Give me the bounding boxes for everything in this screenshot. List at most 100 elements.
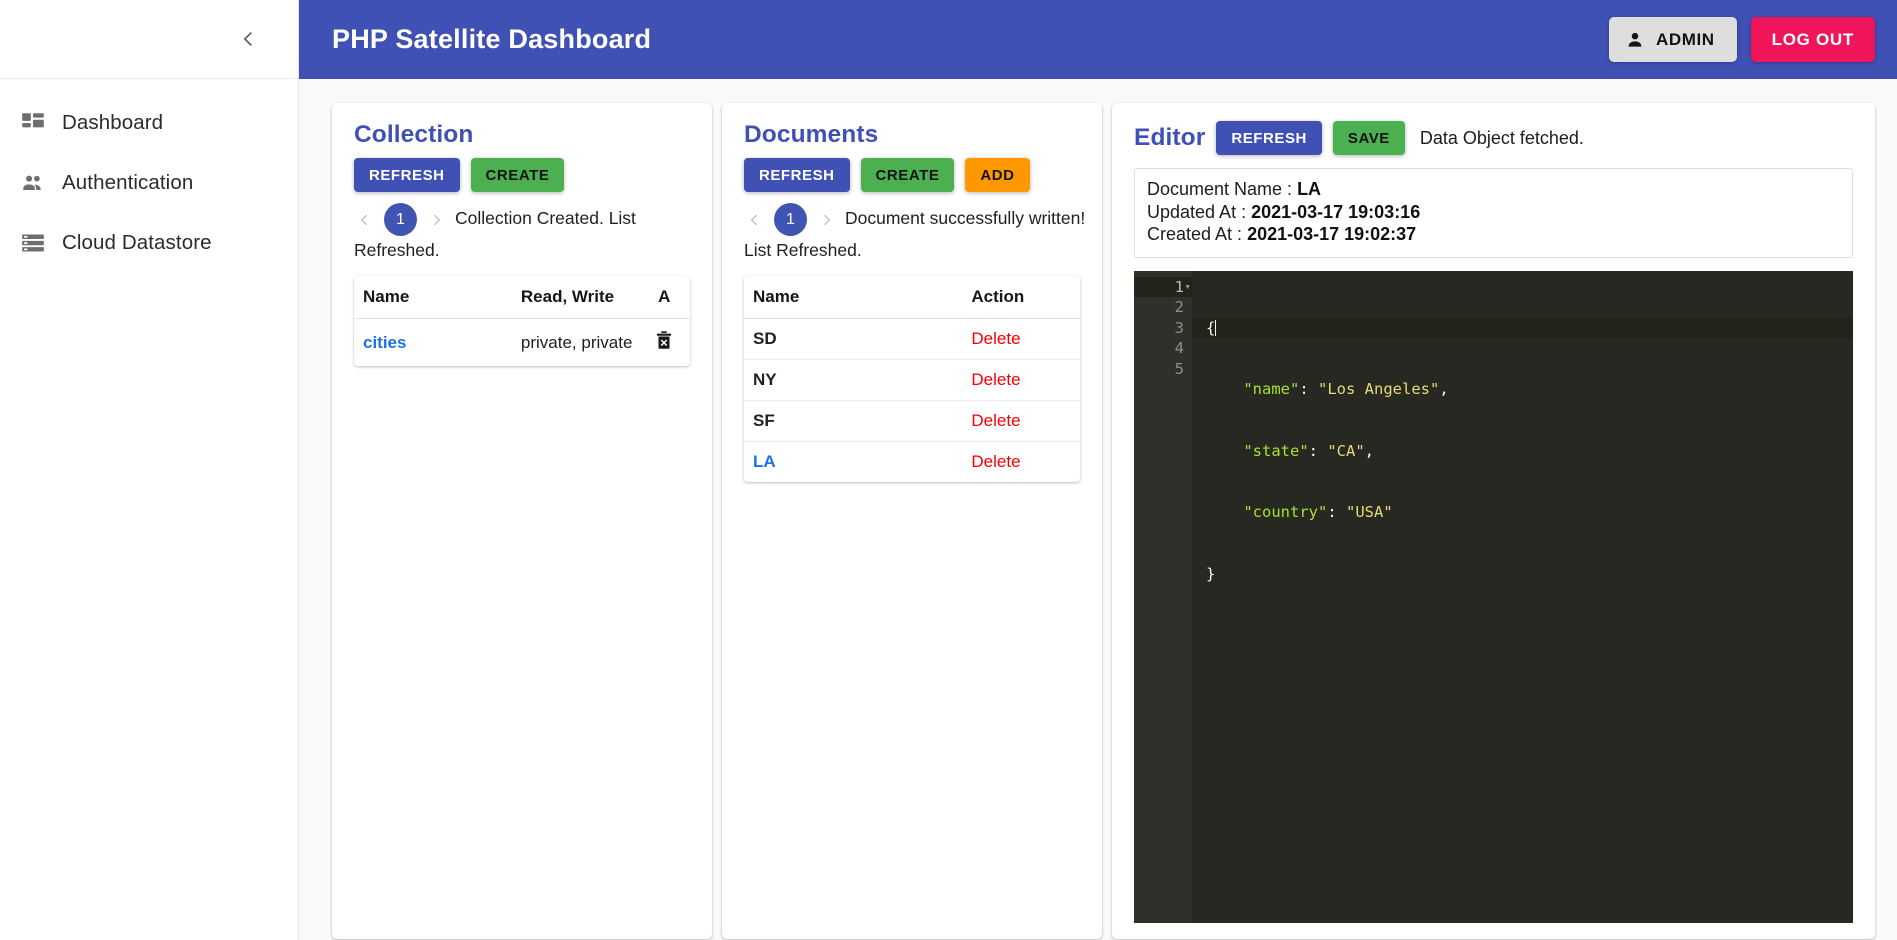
sidebar: Dashboard Authentication Cloud Datastore [0, 0, 299, 940]
line-number: 2 [1134, 297, 1192, 318]
editor-refresh-button[interactable]: REFRESH [1216, 121, 1322, 155]
code-token-comma: , [1364, 441, 1374, 460]
main-column: PHP Satellite Dashboard ADMIN LOG OUT Co… [299, 0, 1897, 940]
metadata-label: Updated At : [1147, 201, 1252, 222]
document-delete-link[interactable]: Delete [962, 359, 1080, 401]
metadata-value: LA [1297, 179, 1322, 199]
collection-status-row: 1 Collection Created. List Refreshed. [354, 203, 699, 264]
pagination-prev-icon[interactable] [744, 209, 766, 231]
metadata-value: 2021-03-17 19:02:37 [1247, 224, 1417, 244]
sidebar-item-authentication[interactable]: Authentication [0, 153, 298, 213]
sidebar-item-dashboard[interactable]: Dashboard [0, 93, 298, 153]
collection-panel: Collection REFRESH CREATE 1 Collection Cr… [332, 103, 712, 939]
editor-line-numbers: 1 ▾ 2 3 4 5 [1134, 270, 1192, 923]
documents-table: Name Action SD Delete NY Delete SF Delet… [744, 276, 1080, 482]
table-row[interactable]: LA Delete [744, 442, 1080, 483]
content-area: Collection REFRESH CREATE 1 Collection Cr… [299, 79, 1897, 940]
document-metadata-box: Document Name : LA Updated At : 2021-03-… [1134, 168, 1853, 258]
document-delete-link[interactable]: Delete [962, 318, 1080, 360]
pagination-next-icon[interactable] [425, 209, 447, 231]
editor-save-button[interactable]: SAVE [1332, 121, 1405, 155]
documents-status-row: 1 Document successfully written! List Ref… [744, 203, 1089, 264]
document-name-cell-selected[interactable]: LA [744, 442, 962, 483]
app-root: Dashboard Authentication Cloud Datastore… [0, 0, 1897, 940]
documents-refresh-button[interactable]: REFRESH [744, 158, 850, 192]
collection-title: Collection [354, 121, 474, 148]
metadata-label: Document Name : [1147, 179, 1298, 199]
table-row[interactable]: NY Delete [744, 359, 1080, 401]
sidebar-item-cloud-datastore[interactable]: Cloud Datastore [0, 213, 298, 273]
pagination-next-icon[interactable] [815, 209, 837, 231]
documents-toolbar: REFRESH CREATE ADD [744, 158, 1089, 192]
table-row[interactable]: SF Delete [744, 400, 1080, 442]
table-header-row: Name Action [744, 276, 1080, 319]
storage-database-icon [20, 228, 62, 258]
table-header-row: Name Read, Write A [354, 276, 690, 319]
logout-button[interactable]: LOG OUT [1750, 17, 1875, 62]
metadata-value: 2021-03-17 19:03:16 [1251, 201, 1421, 222]
people-group-icon [20, 168, 62, 198]
sidebar-item-label: Dashboard [62, 111, 164, 134]
document-name-cell[interactable]: SF [744, 400, 963, 442]
line-number-text: 1 [1174, 277, 1184, 296]
line-number-text: 2 [1174, 298, 1184, 316]
code-token-comma: , [1439, 380, 1449, 398]
code-token-colon: : [1299, 380, 1318, 398]
pagination-current-page[interactable]: 1 [384, 203, 417, 236]
pagination-prev-icon[interactable] [354, 209, 376, 231]
code-token-value: "USA" [1346, 503, 1393, 521]
document-delete-link[interactable]: Delete [962, 442, 1080, 483]
document-delete-link[interactable]: Delete [962, 400, 1080, 442]
sidebar-nav: Dashboard Authentication Cloud Datastore [0, 79, 298, 273]
person-icon [1625, 30, 1645, 50]
collection-rw-cell: private, private [520, 332, 633, 352]
collection-create-button[interactable]: CREATE [470, 158, 565, 192]
code-token-brace: { [1206, 318, 1216, 337]
document-name-cell[interactable]: NY [744, 359, 963, 401]
code-token-colon: : [1327, 503, 1346, 521]
documents-pagination: 1 [744, 203, 837, 236]
column-header-name: Name [744, 276, 963, 319]
code-token-colon: : [1308, 441, 1328, 460]
table-row[interactable]: SD Delete [744, 318, 1080, 360]
metadata-created-at: Created At : 2021-03-17 19:02:37 [1147, 223, 1840, 246]
column-header-action: A [639, 276, 690, 319]
line-number-text: 5 [1174, 359, 1184, 378]
fold-arrow-icon[interactable]: ▾ [1184, 277, 1191, 298]
page-title: PHP Satellite Dashboard [332, 24, 652, 54]
code-token-key: "country" [1243, 503, 1328, 521]
editor-panel: Editor REFRESH SAVE Data Object fetched.… [1112, 103, 1875, 939]
admin-button[interactable]: ADMIN [1608, 17, 1737, 62]
documents-create-button[interactable]: CREATE [860, 158, 955, 192]
line-number: 4 [1134, 338, 1192, 359]
documents-panel: Documents REFRESH CREATE ADD 1 Document s… [722, 103, 1102, 939]
column-header-action: Action [962, 276, 1080, 319]
editor-toolbar: Editor REFRESH SAVE Data Object fetched. [1134, 121, 1862, 155]
line-number-text: 3 [1174, 318, 1184, 337]
json-code-editor[interactable]: 1 ▾ 2 3 4 5 { "name": "Los Angeles", "sta… [1134, 270, 1853, 924]
document-name-cell[interactable]: SD [744, 318, 963, 360]
line-number: 1 ▾ [1134, 276, 1192, 298]
code-line: } [1206, 564, 1853, 585]
pagination-current-page[interactable]: 1 [774, 203, 807, 236]
collection-name-cell[interactable]: cities [354, 319, 512, 367]
editor-code-content[interactable]: { "name": "Los Angeles", "state": "CA", … [1192, 271, 1853, 924]
collection-refresh-button[interactable]: REFRESH [354, 158, 460, 192]
dashboard-grid-icon [20, 108, 62, 138]
metadata-label: Created At : [1147, 224, 1248, 244]
code-token-key: "name" [1243, 380, 1300, 398]
logout-button-label: LOG OUT [1771, 29, 1854, 49]
column-header-read-write: Read, Write [511, 276, 640, 319]
admin-button-label: ADMIN [1655, 29, 1715, 49]
sidebar-header [0, 0, 298, 79]
app-header: PHP Satellite Dashboard ADMIN LOG OUT [299, 0, 1897, 79]
collection-table: Name Read, Write A cities private, priva… [354, 276, 690, 366]
table-row[interactable]: cities private, private [354, 319, 690, 367]
line-number: 5 [1134, 359, 1192, 380]
column-header-name: Name [354, 276, 512, 319]
documents-add-button[interactable]: ADD [965, 158, 1030, 192]
collection-action-cell [640, 319, 690, 367]
chevron-left-icon[interactable] [232, 22, 266, 56]
trash-delete-icon[interactable] [653, 329, 675, 351]
line-number: 3 [1134, 318, 1192, 339]
